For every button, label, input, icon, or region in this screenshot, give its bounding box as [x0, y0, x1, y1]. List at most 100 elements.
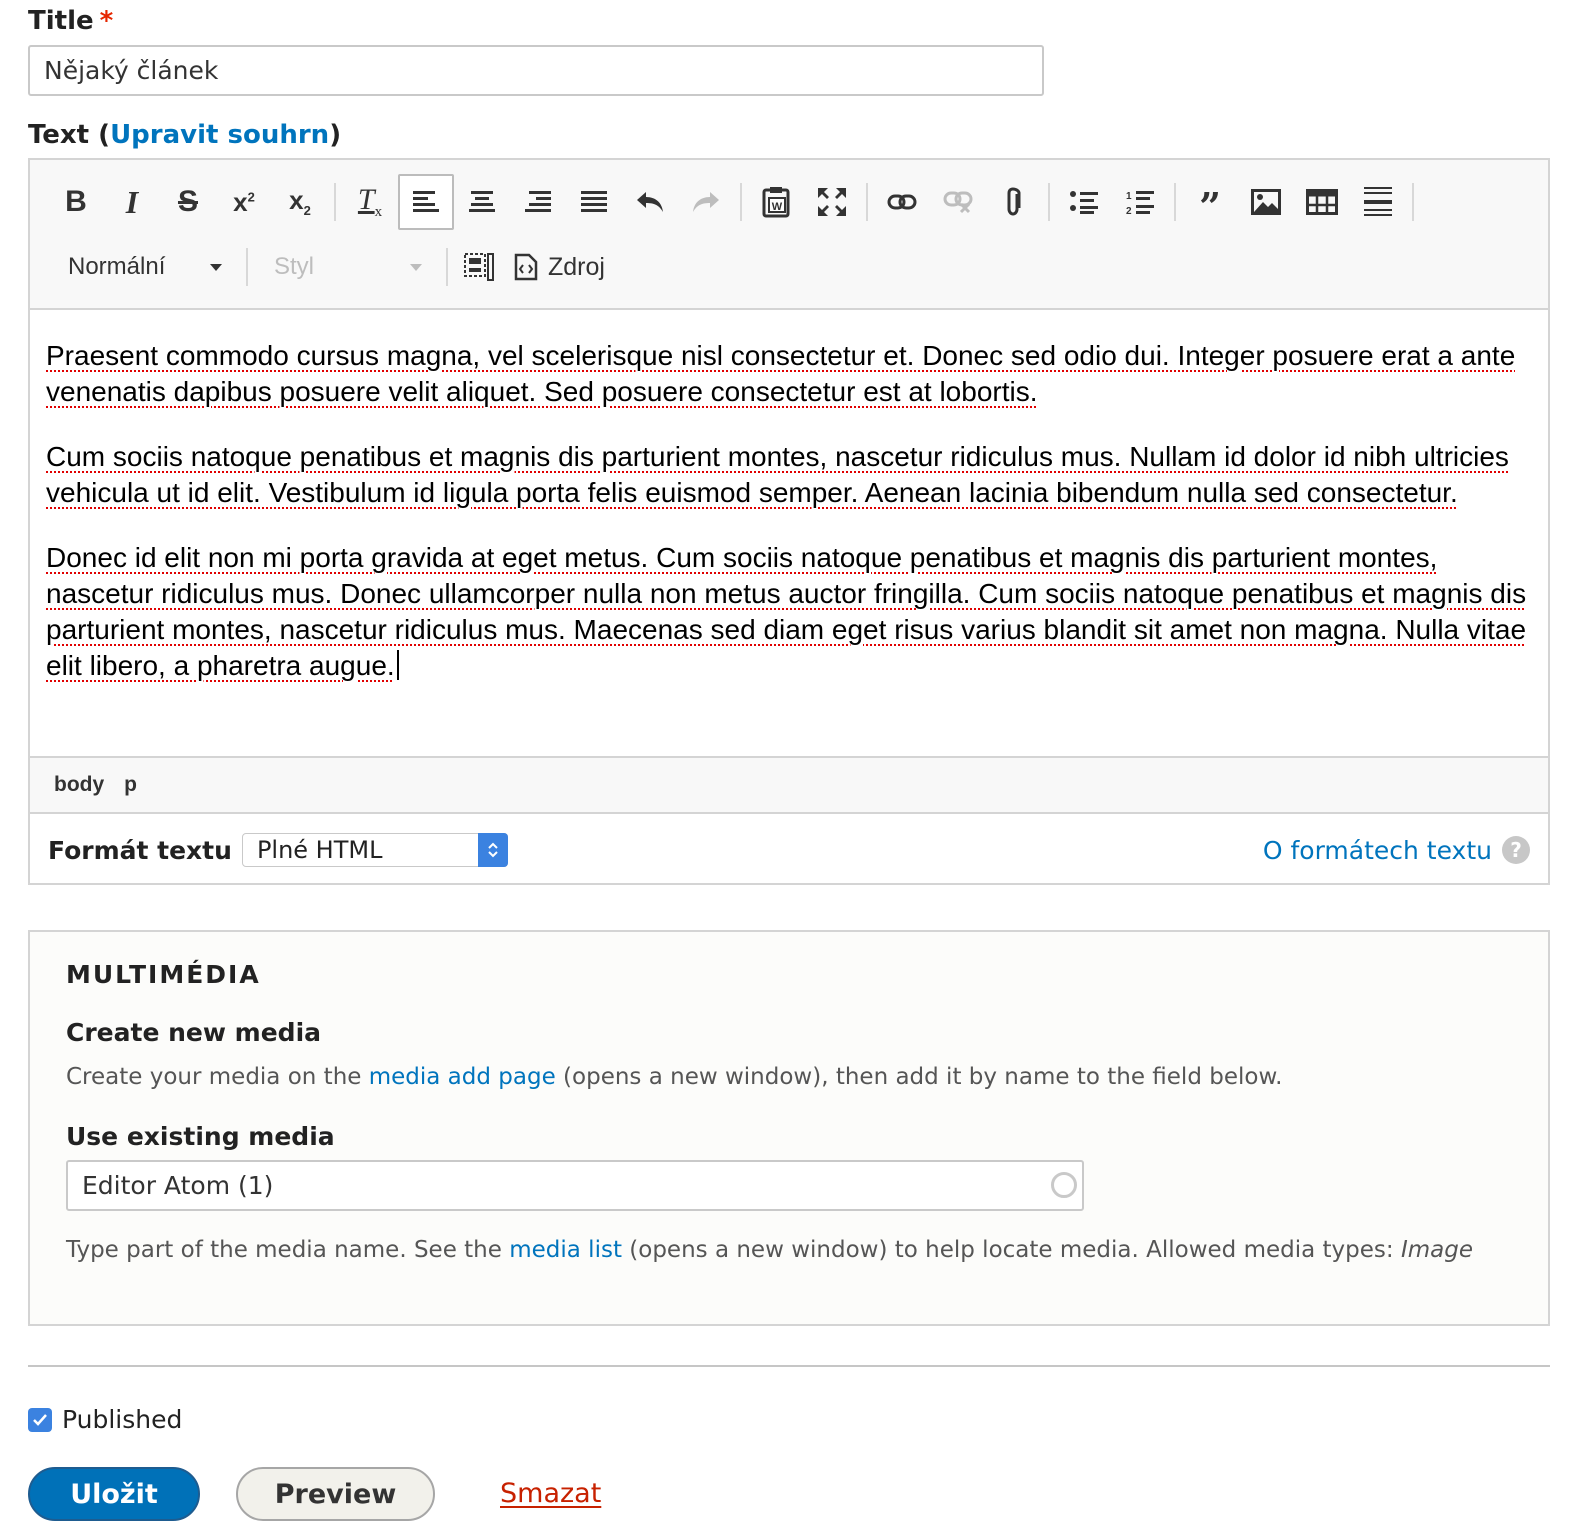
path-element-p[interactable]: p: [124, 773, 137, 797]
published-label: Published: [62, 1405, 183, 1434]
table-button[interactable]: [1294, 174, 1350, 230]
media-list-link[interactable]: media list: [509, 1237, 622, 1263]
source-label: Zdroj: [548, 252, 605, 281]
align-right-button[interactable]: [510, 174, 566, 230]
maximize-button[interactable]: [804, 174, 860, 230]
preview-button[interactable]: Preview: [236, 1467, 435, 1521]
bold-button[interactable]: B: [48, 174, 104, 230]
subscript-icon: x2: [289, 185, 311, 219]
numbered-list-icon: 12: [1126, 191, 1154, 215]
numbered-list-button[interactable]: 12: [1112, 174, 1168, 230]
published-checkbox-row[interactable]: Published: [28, 1405, 182, 1434]
published-checkbox[interactable]: [28, 1407, 52, 1432]
toolbar-separator: [1174, 183, 1176, 221]
delete-link[interactable]: Smazat: [500, 1478, 601, 1509]
undo-icon: [637, 192, 663, 212]
align-center-button[interactable]: [454, 174, 510, 230]
table-icon: [1306, 189, 1338, 215]
help-icon[interactable]: ?: [1502, 836, 1530, 864]
text-format-selected: Plné HTML: [256, 836, 383, 864]
text-label: Text (Upravit souhrn): [28, 120, 341, 150]
attachment-icon: [1007, 187, 1021, 216]
remove-format-button[interactable]: Tx: [342, 174, 398, 230]
align-justify-button[interactable]: [566, 174, 622, 230]
align-justify-icon: [581, 191, 607, 212]
source-code-icon: [514, 253, 538, 281]
existing-media-input[interactable]: [66, 1160, 1084, 1211]
style-combo-label: Styl: [274, 253, 315, 280]
blockquote-button[interactable]: ”: [1182, 174, 1238, 230]
chevron-down-icon: [210, 263, 222, 271]
superscript-icon: x2: [233, 186, 255, 217]
toolbar-separator: [740, 183, 742, 221]
toolbar-separator: [1412, 183, 1414, 221]
source-button[interactable]: Zdroj: [504, 253, 615, 282]
italic-icon: I: [125, 183, 139, 220]
horizontal-rule-button[interactable]: [1350, 174, 1406, 230]
bulleted-list-button[interactable]: [1056, 174, 1112, 230]
editor-toolbar: B I S x2 x2 Tx W 1 2 ” Normální Styl Zdr…: [30, 160, 1548, 310]
strikethrough-button[interactable]: S: [160, 174, 216, 230]
save-button[interactable]: Uložit: [28, 1467, 200, 1521]
show-blocks-button[interactable]: [454, 239, 504, 295]
blockquote-icon: ”: [1199, 184, 1221, 229]
paragraph-1[interactable]: Praesent commodo cursus magna, vel scele…: [46, 338, 1536, 410]
toolbar-separator: [866, 183, 868, 221]
toolbar-row-2: Normální Styl Zdroj: [48, 244, 615, 290]
redo-icon: [693, 192, 719, 212]
align-left-button[interactable]: [398, 174, 454, 230]
section-divider: [28, 1365, 1550, 1367]
toolbar-row-1: B I S x2 x2 Tx W 1 2 ”: [48, 174, 1420, 230]
svg-text:W: W: [772, 201, 783, 213]
align-center-icon: [469, 191, 495, 212]
text-cursor: [396, 650, 399, 680]
link-button[interactable]: [874, 174, 930, 230]
text-format-help: O formátech textu ?: [1263, 836, 1530, 865]
paragraph-2[interactable]: Cum sociis natoque penatibus et magnis d…: [46, 439, 1536, 511]
italic-button[interactable]: I: [104, 174, 160, 230]
required-marker: *: [99, 6, 114, 36]
text-label-text: Text (: [28, 120, 111, 150]
create-desc-post: (opens a new window), then add it by nam…: [555, 1064, 1283, 1090]
svg-text:2: 2: [1126, 206, 1132, 215]
editor-content-area[interactable]: Praesent commodo cursus magna, vel scele…: [46, 338, 1536, 713]
remove-format-icon: Tx: [357, 183, 383, 220]
align-left-icon: [413, 191, 439, 212]
link-icon: [887, 194, 917, 210]
path-element-body[interactable]: body: [54, 773, 104, 797]
align-right-icon: [525, 191, 551, 212]
format-combo[interactable]: Normální: [48, 245, 240, 289]
superscript-button[interactable]: x2: [216, 174, 272, 230]
toolbar-separator: [446, 248, 448, 286]
style-combo[interactable]: Styl: [254, 245, 440, 289]
bold-icon: B: [65, 185, 87, 218]
text-format-row: Formát textu Plné HTML O formátech textu…: [30, 816, 1548, 884]
paragraph-3[interactable]: Donec id elit non mi porta gravida at eg…: [46, 540, 1536, 684]
text-label-close: ): [329, 120, 342, 150]
unlink-button[interactable]: [930, 174, 986, 230]
create-desc-pre: Create your media on the: [66, 1064, 369, 1090]
select-stepper-icon: [477, 833, 508, 867]
title-input[interactable]: [28, 45, 1044, 96]
existing-media-description: Type part of the media name. See the med…: [66, 1237, 1473, 1263]
undo-button[interactable]: [622, 174, 678, 230]
redo-button[interactable]: [678, 174, 734, 230]
subscript-button[interactable]: x2: [272, 174, 328, 230]
toolbar-separator: [1048, 183, 1050, 221]
text-format-select[interactable]: Plné HTML: [241, 833, 508, 867]
chevron-down-icon: [410, 263, 422, 271]
image-button[interactable]: [1238, 174, 1294, 230]
edit-summary-link[interactable]: Upravit souhrn: [110, 120, 329, 150]
media-fieldset: MULTIMÉDIA Create new media Create your …: [28, 930, 1550, 1326]
format-combo-label: Normální: [68, 253, 166, 280]
rich-text-editor: B I S x2 x2 Tx W 1 2 ” Normální Styl Zdr…: [28, 158, 1550, 885]
create-media-description: Create your media on the media add page …: [66, 1064, 1282, 1090]
toolbar-separator: [334, 183, 336, 221]
allowed-media-types: Image: [1400, 1237, 1473, 1263]
paste-from-word-button[interactable]: W: [748, 174, 804, 230]
media-add-page-link[interactable]: media add page: [369, 1064, 556, 1090]
title-label: Title *: [28, 6, 113, 36]
text-formats-help-link[interactable]: O formátech textu: [1263, 836, 1492, 865]
checkmark-icon: [33, 1413, 47, 1426]
attachment-button[interactable]: [986, 174, 1042, 230]
